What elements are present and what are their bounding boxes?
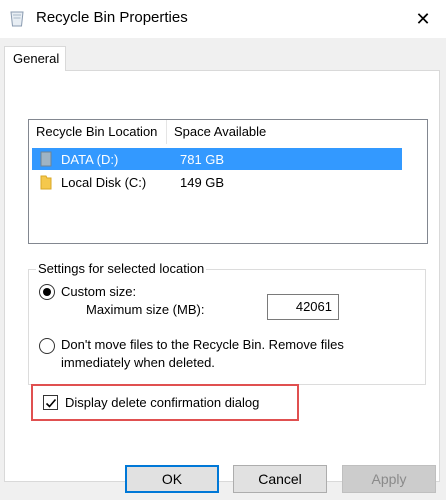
- dont-move-radio[interactable]: [39, 338, 55, 354]
- dont-move-label-line2: immediately when deleted.: [61, 355, 215, 370]
- confirmation-checkbox[interactable]: [43, 395, 58, 410]
- apply-button[interactable]: Apply: [342, 465, 436, 493]
- title-bar: Recycle Bin Properties ✕: [0, 0, 446, 38]
- tab-label: General: [13, 51, 60, 66]
- column-header-location[interactable]: Recycle Bin Location: [29, 120, 167, 144]
- close-button[interactable]: ✕: [400, 0, 446, 38]
- window-title: Recycle Bin Properties: [36, 9, 188, 26]
- drive-icon: [37, 150, 55, 168]
- list-row[interactable]: Local Disk (C:) 149 GB: [32, 171, 402, 193]
- list-header: Recycle Bin Location Space Available: [29, 120, 427, 144]
- space-available: 149 GB: [180, 174, 225, 190]
- folder-icon: [37, 173, 55, 191]
- location-name: Local Disk (C:): [61, 174, 147, 190]
- close-icon: ✕: [415, 8, 431, 29]
- settings-group-title: Settings for selected location: [36, 261, 207, 277]
- checkmark-icon: [45, 398, 56, 408]
- location-list[interactable]: Recycle Bin Location Space Available DAT…: [28, 119, 428, 244]
- location-name: DATA (D:): [61, 151, 119, 167]
- space-available: 781 GB: [180, 151, 225, 167]
- tab-panel-general: Recycle Bin Location Space Available DAT…: [4, 70, 440, 482]
- dialog-body: General Recycle Bin Location Space Avail…: [0, 38, 446, 500]
- settings-group: Settings for selected location Custom si…: [28, 261, 426, 385]
- list-row[interactable]: DATA (D:) 781 GB: [32, 148, 402, 170]
- custom-size-radio[interactable]: [39, 284, 55, 300]
- custom-size-label: Custom size:: [61, 284, 137, 299]
- cancel-button[interactable]: Cancel: [233, 465, 327, 493]
- ok-button[interactable]: OK: [125, 465, 219, 493]
- recycle-bin-icon: [10, 11, 24, 27]
- dont-move-label-line1: Don't move files to the Recycle Bin. Rem…: [61, 337, 344, 352]
- column-header-space[interactable]: Space Available: [167, 120, 317, 144]
- tab-general[interactable]: General: [4, 46, 66, 71]
- max-size-input[interactable]: 42061: [267, 294, 339, 320]
- confirmation-highlight: Display delete confirmation dialog: [31, 384, 299, 421]
- max-size-label: Maximum size (MB):: [86, 302, 205, 317]
- confirmation-label: Display delete confirmation dialog: [65, 395, 260, 410]
